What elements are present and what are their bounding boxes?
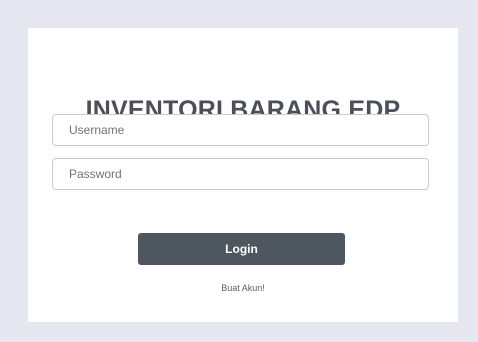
username-input[interactable] bbox=[52, 114, 429, 146]
login-button[interactable]: Login bbox=[138, 233, 345, 265]
create-account-link[interactable]: Buat Akun! bbox=[28, 282, 458, 294]
login-card: INVENTORI BARANG EDP Login Buat Akun! bbox=[28, 28, 458, 322]
password-input[interactable] bbox=[52, 158, 429, 190]
